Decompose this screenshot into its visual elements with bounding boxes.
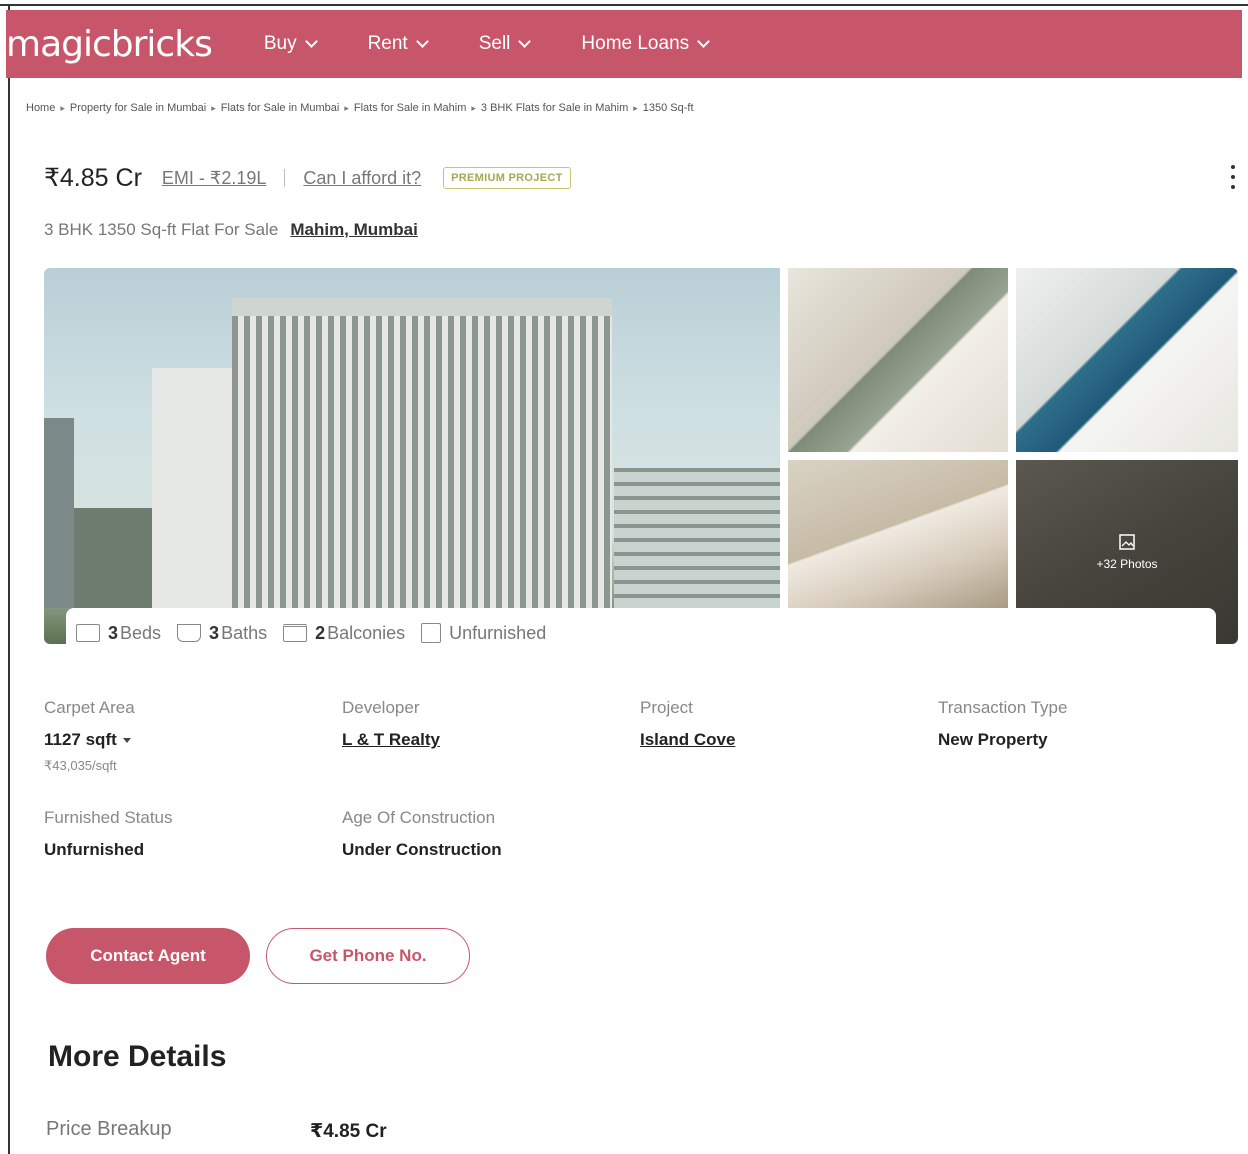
developer-label: Developer <box>342 698 420 717</box>
breadcrumb: Home ▸ Property for Sale in Mumbai ▸ Fla… <box>26 102 694 114</box>
price-breakup-label: Price Breakup <box>46 1118 172 1140</box>
price-breakup-value: ₹4.85 Cr <box>310 1121 387 1142</box>
kebab-dot <box>1231 175 1235 179</box>
carpet-area-block: Carpet Area 1127 sqft ₹43,035/sqft <box>44 698 342 774</box>
breadcrumb-home[interactable]: Home <box>26 102 55 114</box>
nav-buy[interactable]: Buy <box>263 33 318 55</box>
beds-count: 3 <box>108 622 119 643</box>
carpet-area-label: Carpet Area <box>44 698 135 717</box>
nav-rent[interactable]: Rent <box>367 33 429 55</box>
features-bar: 3 Beds 3 Baths 2 Balconies Unfurnished <box>66 608 1216 658</box>
beds-feature: 3 Beds <box>76 623 161 644</box>
listing-price: ₹4.85 Cr <box>44 164 142 192</box>
age-value: Under Construction <box>342 840 502 859</box>
chevron-down-icon <box>304 35 318 48</box>
breadcrumb-separator-icon: ▸ <box>60 102 65 113</box>
divider <box>284 169 286 187</box>
developer-block: Developer L & T Realty <box>342 698 640 774</box>
price-row: ₹4.85 Cr EMI - ₹2.19L Can I afford it? P… <box>44 162 571 194</box>
kebab-dot <box>1231 185 1235 189</box>
main-building-photo[interactable] <box>44 268 780 644</box>
chevron-down-icon <box>415 35 429 48</box>
nav-buy-label: Buy <box>263 33 297 54</box>
photo-gallery: +32 Photos 3 Beds 3 Baths 2 Balconies Un… <box>44 268 1238 658</box>
project-block: Project Island Cove <box>640 698 938 774</box>
listing-title: 3 BHK 1350 Sq-ft Flat For Sale <box>44 220 279 239</box>
get-phone-button[interactable]: Get Phone No. <box>266 928 470 984</box>
baths-count: 3 <box>209 622 220 643</box>
photo-count: +32 Photos <box>1096 557 1158 571</box>
balconies-feature: 2 Balconies <box>283 623 405 644</box>
age-block: Age Of Construction Under Construction <box>342 808 640 860</box>
building-shape <box>232 316 612 608</box>
breadcrumb-separator-icon: ▸ <box>211 102 216 113</box>
transaction-block: Transaction Type New Property <box>938 698 1236 774</box>
more-options-icon[interactable] <box>1226 162 1240 192</box>
bedroom-photo-thumbnail[interactable] <box>788 268 1008 452</box>
furnishing-label: Unfurnished <box>449 622 547 643</box>
breadcrumb-3bhk-mahim[interactable]: 3 BHK Flats for Sale in Mahim <box>481 102 628 114</box>
window-left-edge <box>8 6 10 1154</box>
furnishing-icon <box>421 623 442 643</box>
emi-link[interactable]: EMI - ₹2.19L <box>162 168 267 189</box>
furnishing-feature: Unfurnished <box>421 623 546 644</box>
breadcrumb-separator-icon: ▸ <box>633 102 638 113</box>
bedroom-photo-thumbnail[interactable] <box>1016 268 1238 452</box>
afford-link[interactable]: Can I afford it? <box>303 168 421 189</box>
bath-icon <box>177 624 202 642</box>
project-label: Project <box>640 698 693 717</box>
chevron-down-icon <box>122 738 131 744</box>
transaction-label: Transaction Type <box>938 698 1068 717</box>
furnished-block: Furnished Status Unfurnished <box>44 808 342 860</box>
baths-feature: 3 Baths <box>177 623 267 644</box>
breadcrumb-separator-icon: ▸ <box>471 102 476 113</box>
nav-home-loans[interactable]: Home Loans <box>581 33 711 55</box>
breadcrumb-separator-icon: ▸ <box>344 102 349 113</box>
developer-link[interactable]: L & T Realty <box>342 730 640 750</box>
nav-sell[interactable]: Sell <box>478 33 532 55</box>
age-label: Age Of Construction <box>342 808 496 827</box>
more-details-heading: More Details <box>48 1040 227 1073</box>
nav-rent-label: Rent <box>367 33 408 54</box>
building-shape <box>614 468 780 608</box>
balconies-label: Balconies <box>327 622 406 643</box>
breadcrumb-flats-mumbai[interactable]: Flats for Sale in Mumbai <box>221 102 340 114</box>
location-link[interactable]: Mahim, Mumbai <box>290 220 418 240</box>
property-details: Carpet Area 1127 sqft ₹43,035/sqft Devel… <box>44 698 1224 860</box>
furnished-label: Furnished Status <box>44 808 173 827</box>
bed-icon <box>76 624 100 642</box>
breadcrumb-current: 1350 Sq-ft <box>642 102 694 114</box>
beds-label: Beds <box>120 622 162 643</box>
balcony-icon <box>283 624 308 642</box>
furnished-value: Unfurnished <box>44 840 145 859</box>
kebab-dot <box>1231 165 1235 169</box>
bedroom-photo-thumbnail[interactable] <box>788 460 1008 610</box>
site-header: magicbricks Buy Rent Sell Home Loans <box>6 10 1242 78</box>
gallery-icon <box>1119 534 1135 550</box>
balconies-count: 2 <box>315 622 326 643</box>
baths-label: Baths <box>221 622 268 643</box>
magicbricks-logo[interactable]: magicbricks <box>6 24 213 65</box>
listing-subtitle: 3 BHK 1350 Sq-ft Flat For Sale Mahim, Mu… <box>44 220 418 240</box>
nav-sell-label: Sell <box>478 33 511 54</box>
premium-project-badge: PREMIUM PROJECT <box>443 167 571 189</box>
chevron-down-icon <box>518 35 532 48</box>
chevron-down-icon <box>697 35 711 48</box>
building-shape <box>44 418 74 608</box>
breadcrumb-flats-mahim[interactable]: Flats for Sale in Mahim <box>354 102 466 114</box>
breadcrumb-property-mumbai[interactable]: Property for Sale in Mumbai <box>70 102 206 114</box>
nav-home-loans-label: Home Loans <box>581 33 690 54</box>
window-top-edge <box>0 0 1248 6</box>
price-per-sqft: ₹43,035/sqft <box>44 758 117 773</box>
building-shape <box>74 508 152 608</box>
transaction-value: New Property <box>938 730 1048 749</box>
building-shape <box>152 368 232 608</box>
carpet-area-text: 1127 sqft <box>44 730 117 749</box>
project-link[interactable]: Island Cove <box>640 730 938 750</box>
carpet-area-value[interactable]: 1127 sqft <box>44 730 342 750</box>
contact-agent-button[interactable]: Contact Agent <box>46 928 250 984</box>
